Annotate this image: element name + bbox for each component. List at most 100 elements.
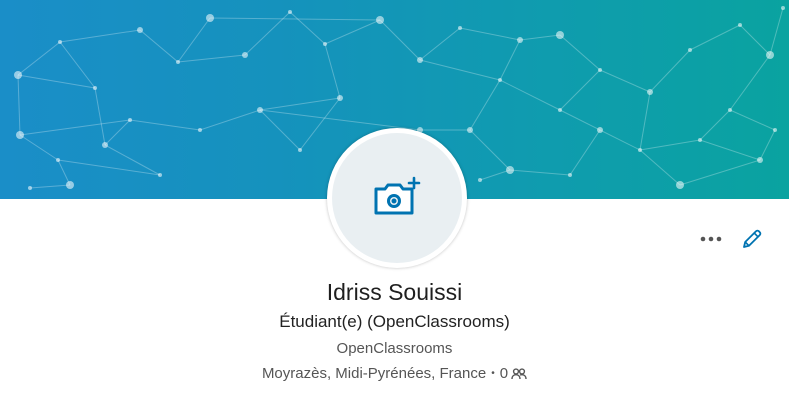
network-node xyxy=(323,42,327,46)
network-node xyxy=(728,108,732,112)
network-node xyxy=(556,31,564,39)
network-line xyxy=(59,41,96,89)
network-node xyxy=(288,10,292,14)
network-line xyxy=(19,119,131,136)
network-line xyxy=(699,139,761,161)
profile-name: Idriss Souissi xyxy=(326,279,463,305)
network-line xyxy=(177,17,211,63)
separator-dot: • xyxy=(491,368,495,379)
network-line xyxy=(639,91,651,151)
network-line xyxy=(639,139,701,151)
network-node xyxy=(56,158,60,162)
network-line xyxy=(57,159,161,176)
network-line xyxy=(499,79,561,111)
network-line xyxy=(57,159,71,186)
network-node xyxy=(93,86,97,90)
network-line xyxy=(509,169,571,176)
network-line xyxy=(729,109,776,131)
network-line xyxy=(419,59,501,81)
network-node xyxy=(498,78,502,82)
network-line xyxy=(699,109,731,141)
profile-company[interactable]: OpenClassrooms xyxy=(0,338,789,360)
location-row: Moyrazès, Midi-Pyrénées, France • 0 xyxy=(0,363,789,385)
profile-photo-upload[interactable] xyxy=(327,128,467,268)
network-node xyxy=(417,57,423,63)
more-dots-icon xyxy=(700,236,722,242)
network-node xyxy=(478,178,482,182)
network-line xyxy=(259,109,421,131)
network-line xyxy=(129,119,201,131)
network-line xyxy=(17,74,96,89)
network-node xyxy=(58,40,62,44)
network-node xyxy=(128,118,132,122)
edit-profile-button[interactable] xyxy=(738,226,766,252)
profile-photo-placeholder xyxy=(332,133,462,263)
network-line xyxy=(209,17,381,21)
network-node xyxy=(298,148,302,152)
network-line xyxy=(199,109,261,131)
network-line xyxy=(479,169,511,181)
network-line xyxy=(759,129,776,161)
network-line xyxy=(177,54,246,63)
network-line xyxy=(17,74,21,136)
camera-plus-icon xyxy=(374,176,421,215)
network-line xyxy=(559,34,601,71)
network-line xyxy=(729,54,771,111)
network-node xyxy=(647,89,653,95)
network-node xyxy=(176,60,180,64)
connections-link[interactable]: 0 xyxy=(500,363,527,385)
network-line xyxy=(59,29,141,43)
network-node xyxy=(257,107,263,113)
network-node xyxy=(242,52,248,58)
people-icon xyxy=(511,368,527,380)
network-node xyxy=(458,26,462,30)
network-node xyxy=(337,95,343,101)
profile-headline: Étudiant(e) (OpenClassrooms) xyxy=(279,312,510,331)
network-node xyxy=(28,186,32,190)
network-line xyxy=(379,19,421,61)
network-line xyxy=(519,34,561,41)
network-line xyxy=(569,129,601,176)
network-node xyxy=(16,131,24,139)
network-line xyxy=(469,129,511,171)
network-line xyxy=(104,119,131,146)
network-node xyxy=(688,48,692,52)
profile-location: Moyrazès, Midi-Pyrénées, France xyxy=(261,365,487,382)
network-node xyxy=(137,27,143,33)
network-line xyxy=(739,24,771,56)
network-line xyxy=(559,69,601,111)
network-line xyxy=(324,19,381,45)
profile-card: Idriss Souissi Étudiant(e) (OpenClassroo… xyxy=(0,0,789,411)
network-line xyxy=(94,87,106,146)
network-node xyxy=(558,108,562,112)
network-node xyxy=(676,181,684,189)
network-line xyxy=(419,27,461,61)
network-node xyxy=(568,173,572,177)
network-line xyxy=(469,79,501,131)
profile-info: Idriss Souissi Étudiant(e) (OpenClassroo… xyxy=(0,276,789,385)
network-node xyxy=(506,166,514,174)
network-line xyxy=(324,43,341,99)
network-node xyxy=(781,6,785,10)
network-node xyxy=(638,148,642,152)
network-line xyxy=(599,69,651,93)
network-node xyxy=(467,127,473,133)
network-line xyxy=(689,24,741,51)
more-actions-button[interactable] xyxy=(697,226,727,252)
network-node xyxy=(66,181,74,189)
network-line xyxy=(639,149,681,186)
network-line xyxy=(259,97,341,111)
network-line xyxy=(559,109,601,131)
network-node xyxy=(773,128,777,132)
network-node xyxy=(738,23,742,27)
network-line xyxy=(599,129,641,151)
network-line xyxy=(499,39,521,81)
network-node xyxy=(766,51,774,59)
network-node xyxy=(598,68,602,72)
network-line xyxy=(19,134,59,161)
network-line xyxy=(139,29,179,63)
network-line xyxy=(459,27,521,41)
network-line xyxy=(679,159,761,186)
network-node xyxy=(14,71,22,79)
network-line xyxy=(769,7,784,56)
